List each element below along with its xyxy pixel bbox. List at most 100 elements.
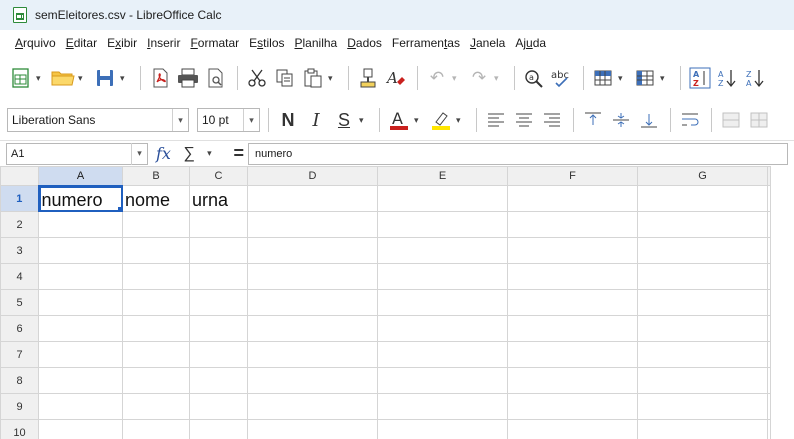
cell[interactable] (767, 237, 771, 264)
cell[interactable] (247, 263, 378, 290)
font-name-combobox[interactable]: Liberation Sans ▾ (7, 108, 189, 132)
row-header[interactable]: 1 (0, 185, 40, 212)
cell[interactable] (637, 185, 768, 212)
cell[interactable] (122, 419, 190, 439)
cell[interactable] (38, 367, 123, 394)
paste-icon[interactable] (300, 64, 326, 92)
cell[interactable] (38, 211, 123, 238)
column-header[interactable]: F (507, 166, 638, 186)
menu-item[interactable]: Inserir (142, 36, 185, 50)
cell[interactable] (247, 289, 378, 316)
cell[interactable] (767, 367, 771, 394)
cell[interactable] (189, 341, 248, 368)
align-bottom-icon[interactable] (636, 106, 662, 134)
row-header[interactable]: 5 (0, 289, 39, 316)
row-header[interactable]: 3 (0, 237, 39, 264)
clone-formatting-icon[interactable] (355, 64, 381, 92)
align-left-icon[interactable] (483, 106, 509, 134)
cell[interactable] (377, 185, 508, 212)
cell[interactable] (247, 367, 378, 394)
copy-icon[interactable] (272, 64, 298, 92)
cell[interactable] (637, 419, 768, 439)
cut-icon[interactable] (244, 64, 270, 92)
row-header[interactable]: 6 (0, 315, 39, 342)
cell[interactable] (122, 211, 190, 238)
print-icon[interactable] (175, 64, 201, 92)
row-icon[interactable] (590, 64, 616, 92)
cell[interactable] (637, 211, 768, 238)
chevron-down-icon[interactable]: ▾ (243, 109, 259, 131)
cell[interactable] (507, 393, 638, 420)
menu-item[interactable]: Ferramentas (387, 36, 465, 50)
cell[interactable] (247, 211, 378, 238)
menu-item[interactable]: Janela (465, 36, 510, 50)
unmerge-cells-icon[interactable] (746, 106, 772, 134)
cell[interactable] (637, 315, 768, 342)
cell[interactable] (38, 341, 123, 368)
formula-input[interactable]: numero (248, 142, 788, 165)
chevron-down-icon[interactable]: ▾ (131, 142, 147, 165)
cell[interactable] (507, 211, 638, 238)
cell[interactable]: urna (189, 185, 248, 212)
cell[interactable] (767, 315, 771, 342)
cell[interactable] (189, 315, 248, 342)
cell[interactable] (189, 211, 248, 238)
redo-dropdown-icon[interactable]: ▾ (494, 73, 504, 84)
cell[interactable] (507, 315, 638, 342)
cell[interactable] (189, 367, 248, 394)
cell[interactable] (122, 289, 190, 316)
sort-icon[interactable]: AZ (687, 64, 713, 92)
paste-dropdown-icon[interactable]: ▾ (328, 73, 338, 84)
wrap-text-icon[interactable] (677, 106, 703, 134)
undo-icon[interactable]: ↶ (424, 64, 450, 92)
cell[interactable] (38, 419, 123, 439)
cell[interactable] (122, 341, 190, 368)
print-preview-icon[interactable] (203, 64, 229, 92)
cell[interactable] (38, 393, 123, 420)
column-icon[interactable] (632, 64, 658, 92)
spelling-icon[interactable]: abc (549, 64, 575, 92)
sum-dropdown-icon[interactable]: ▾ (207, 148, 217, 159)
cell[interactable] (247, 185, 378, 212)
menu-item[interactable]: Arquivo (10, 36, 61, 50)
row-dropdown-icon[interactable]: ▾ (618, 73, 628, 84)
cell[interactable] (38, 315, 123, 342)
column-header[interactable]: C (189, 166, 248, 186)
row-header[interactable]: 9 (0, 393, 39, 420)
new-dropdown-icon[interactable]: ▾ (36, 73, 46, 84)
cell[interactable] (38, 289, 123, 316)
highlight-color-icon[interactable] (428, 106, 454, 134)
font-color-icon[interactable]: A (386, 106, 412, 134)
clear-formatting-icon[interactable]: A (383, 64, 409, 92)
cell[interactable] (377, 263, 508, 290)
row-header[interactable]: 7 (0, 341, 39, 368)
menu-item[interactable]: Ajuda (510, 36, 551, 50)
cell[interactable] (38, 263, 123, 290)
underline-icon[interactable]: S (331, 106, 357, 134)
cell[interactable] (122, 237, 190, 264)
cell[interactable] (767, 341, 771, 368)
cell[interactable]: numero (38, 185, 123, 212)
row-header[interactable]: 10 (0, 419, 39, 439)
cell[interactable] (637, 263, 768, 290)
menu-item[interactable]: Dados (342, 36, 387, 50)
cell[interactable] (507, 341, 638, 368)
cell[interactable] (507, 289, 638, 316)
row-header[interactable]: 8 (0, 367, 39, 394)
row-header[interactable]: 2 (0, 211, 39, 238)
cell[interactable] (767, 263, 771, 290)
cell[interactable] (507, 185, 638, 212)
cell[interactable] (38, 237, 123, 264)
menu-item[interactable]: Editar (61, 36, 102, 50)
column-header[interactable]: D (247, 166, 378, 186)
align-middle-icon[interactable] (608, 106, 634, 134)
cell[interactable] (189, 289, 248, 316)
italic-icon[interactable]: I (303, 106, 329, 134)
sum-icon[interactable]: ∑ (183, 145, 194, 163)
cell[interactable] (637, 237, 768, 264)
align-top-icon[interactable] (580, 106, 606, 134)
menu-item[interactable]: Exibir (102, 36, 142, 50)
cell[interactable] (247, 419, 378, 439)
cell[interactable] (767, 185, 771, 212)
open-folder-icon[interactable] (50, 64, 76, 92)
